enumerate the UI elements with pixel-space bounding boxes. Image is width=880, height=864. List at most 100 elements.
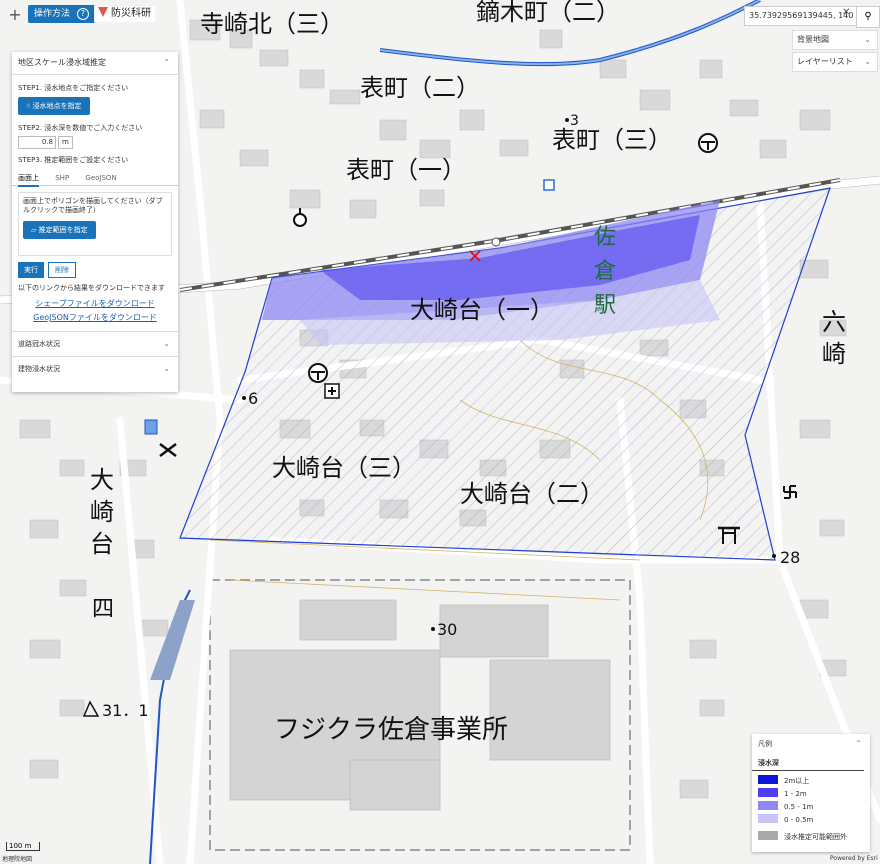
legend-title: 浸水深 (752, 758, 864, 771)
brand-logo: 防災科研 (94, 6, 155, 22)
panel-title: 地区スケール浸水域推定 (18, 58, 106, 67)
depth-unit: m (58, 136, 73, 149)
chevron-down-icon: ⌄ (864, 57, 871, 66)
legend-label: 0 - 0.5m (784, 816, 814, 824)
map-label-rokusaki-2: 崎 (822, 340, 846, 368)
hospital-icon (324, 383, 340, 399)
elevation-label-3: 3 (570, 113, 579, 129)
legend-label: 浸水推定可能範囲外 (784, 833, 847, 841)
legend-swatch (758, 801, 778, 810)
map-label-sakura-2: 倉 (594, 259, 616, 284)
set-area-label: 推定範囲を指定 (38, 226, 88, 234)
step3-label: STEP3. 推定範囲をご設定ください (18, 156, 129, 164)
map-label-osakidai4-c: 台 (90, 530, 114, 558)
geojson-download-link[interactable]: GeoJSONファイルをダウンロード (12, 312, 178, 323)
step1-label: STEP1. 浸水地点をご指定ください (18, 84, 129, 92)
tab-geojson[interactable]: GeoJSON (85, 171, 116, 185)
map-label-rokusaki-1: 六 (822, 308, 846, 336)
map-label-osakidai1: 大崎台（一） (410, 296, 554, 324)
estimation-panel: 地区スケール浸水域推定 ⌃ STEP1. 浸水地点をご指定ください ☝ 浸水地点… (12, 52, 178, 392)
map-label-sakura-3: 駅 (594, 293, 616, 318)
basemap-selector[interactable]: 背景地図 ⌄ (792, 30, 878, 50)
elevation-label-28: 28 (780, 548, 800, 567)
legend-item: 0 - 0.5m (752, 814, 870, 827)
chevron-up-icon[interactable]: ⌃ (855, 734, 862, 754)
clear-search-icon[interactable]: ✕ (842, 7, 850, 18)
station-marker (491, 237, 501, 247)
layer-list-selector[interactable]: レイヤーリスト ⌄ (792, 52, 878, 72)
map-label-sakura-1: 佐 (594, 225, 616, 250)
bosai-logo-icon (98, 7, 108, 17)
legend-item: 0.5 - 1m (752, 801, 870, 814)
map-label-osakidai3: 大崎台（三） (272, 454, 416, 482)
road-status-label: 道路冠水状況 (18, 340, 60, 348)
water-tank (144, 419, 158, 435)
step2-label: STEP2. 浸水深を数値でご入力ください (18, 124, 143, 132)
chevron-down-icon: ⌄ (163, 339, 170, 348)
legend-swatch (758, 788, 778, 797)
road-status-accordion[interactable]: 道路冠水状況 ⌄ (12, 331, 178, 356)
map-label-omote3: 表町（三） (552, 126, 672, 154)
area-tabs: 画面上 SHP GeoJSON (12, 171, 178, 187)
legend-label: 1 - 2m (784, 790, 807, 798)
legend-item: 1 - 2m (752, 788, 870, 801)
download-note: 以下のリンクから結果をダウンロードできます (18, 284, 165, 292)
draw-hint: 画面上でポリゴンを描画してください（ダブルクリックで描画終了） (23, 197, 163, 214)
polygon-icon: ▱ (31, 226, 39, 234)
map-label-fujikura: フジクラ佐倉事業所 (274, 715, 508, 745)
run-button[interactable]: 実行 (18, 262, 44, 278)
zoom-in-button[interactable]: + (6, 6, 24, 24)
legend-swatch (758, 775, 778, 784)
legend-label: 0.5 - 1m (784, 803, 814, 811)
building-status-label: 建物浸水状況 (18, 365, 60, 373)
map-label-omote2: 表町（二） (360, 74, 480, 102)
legend-item: 2m以上 (752, 775, 870, 788)
building-status-accordion[interactable]: 建物浸水状況 ⌄ (12, 356, 178, 381)
set-point-label: 浸水地点を指定 (32, 102, 82, 110)
legend-swatch (758, 814, 778, 823)
draw-box: 画面上でポリゴンを描画してください（ダブルクリックで描画終了） ▱ 推定範囲を指… (18, 192, 172, 256)
elevation-label-31: 31．1 (102, 701, 149, 720)
tab-onscreen[interactable]: 画面上 (18, 171, 39, 187)
set-inundation-point-button[interactable]: ☝ 浸水地点を指定 (18, 97, 90, 115)
map-label-kabuki: 鏑木町（二） (476, 0, 620, 26)
legend-swatch (758, 831, 778, 840)
legend-header-label: 凡例 (758, 740, 772, 748)
howto-label: 操作方法 (34, 9, 71, 19)
tab-shp[interactable]: SHP (55, 171, 69, 185)
shp-download-link[interactable]: シェープファイルをダウンロード (12, 298, 178, 309)
legend-item: 浸水推定可能範囲外 (752, 831, 870, 844)
set-area-button[interactable]: ▱ 推定範囲を指定 (23, 221, 96, 239)
howto-button[interactable]: 操作方法 ? (28, 5, 95, 23)
brand-name: 防災科研 (111, 8, 151, 19)
panel-header[interactable]: 地区スケール浸水域推定 ⌃ (12, 52, 178, 75)
chevron-down-icon: ⌄ (163, 364, 170, 373)
map-label-omote1: 表町（一） (346, 156, 466, 184)
clear-button[interactable]: 削除 (48, 262, 76, 278)
legend-panel: 凡例 ⌃ 浸水深 2m以上 1 - 2m 0.5 - 1m 0 - 0.5m 浸… (752, 734, 870, 852)
map-label-osakidai4-b: 崎 (90, 498, 114, 526)
legend-label: 2m以上 (784, 777, 810, 785)
elevation-label-30: 30 (437, 620, 457, 639)
post-office-icon (308, 363, 328, 383)
help-icon: ? (76, 8, 89, 20)
depth-row: 0.8 m (12, 136, 178, 149)
layer-list-label: レイヤーリスト (797, 57, 853, 66)
map-label-osakidai4-a: 大 (90, 466, 114, 494)
chevron-up-icon[interactable]: ⌃ (163, 52, 170, 74)
attribution-right[interactable]: Powered by Esri (830, 855, 878, 862)
chevron-down-icon: ⌄ (864, 35, 871, 44)
scale-bar: 100 m (6, 842, 40, 851)
legend-header[interactable]: 凡例 ⌃ (752, 734, 870, 754)
post-office-icon (698, 133, 718, 153)
bus-stop-icon (543, 179, 555, 191)
map-label-osakidai2: 大崎台（二） (460, 480, 604, 508)
map-label-terasaki-kita: 寺崎北（三） (200, 10, 344, 38)
attribution-left[interactable]: 地理院地図 (2, 854, 32, 863)
elevation-label-6: 6 (248, 389, 258, 408)
run-row: 実行 削除 (12, 262, 178, 278)
search-icon[interactable]: ⚲ (856, 6, 880, 28)
depth-input[interactable]: 0.8 (18, 136, 56, 149)
basemap-label: 背景地図 (797, 35, 829, 44)
map-label-osakidai4-d: 四 (92, 597, 114, 622)
